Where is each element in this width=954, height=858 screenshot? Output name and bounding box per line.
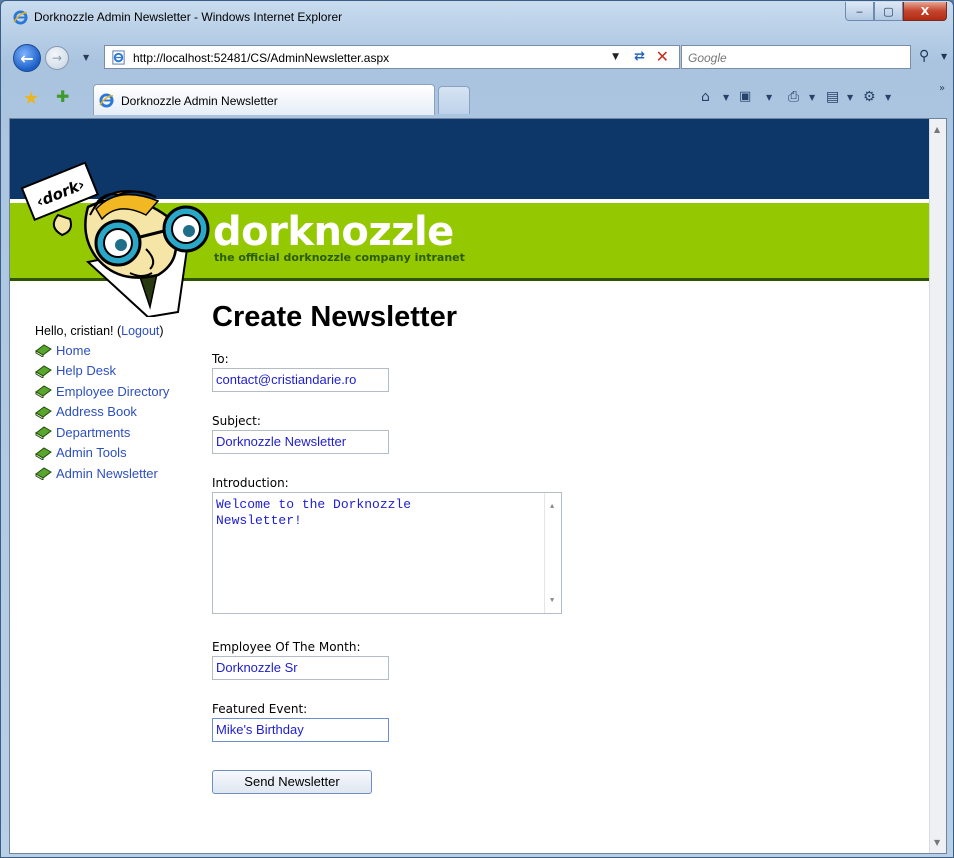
greeting: Hello, cristian! (Logout) — [35, 324, 205, 338]
search-options-icon[interactable]: ▼ — [941, 52, 947, 61]
sidebar-item-label: Address Book — [56, 404, 137, 420]
title-bar: Dorknozzle Admin Newsletter - Windows In… — [1, 1, 953, 33]
textarea-scrollbar[interactable]: ▲ ▼ — [544, 493, 561, 613]
window-controls: ‒ ▢ X — [845, 2, 947, 21]
scroll-down-icon[interactable]: ▼ — [550, 593, 554, 609]
stop-icon[interactable]: ✕ — [656, 47, 669, 66]
address-dropdown-icon[interactable]: ▼ — [612, 52, 619, 62]
greeting-text: Hello, cristian! ( — [35, 324, 122, 338]
more-commands-icon[interactable]: » — [939, 83, 945, 94]
tools-gear-icon[interactable]: ⚙ — [863, 89, 876, 105]
search-placeholder: Google — [688, 51, 727, 65]
close-button[interactable]: X — [903, 2, 947, 21]
greeting-close: ) — [159, 324, 164, 338]
sidebar-item-admin-newsletter[interactable]: Admin Newsletter — [35, 463, 205, 484]
site-brand: dorknozzle — [213, 209, 454, 255]
newsletter-form: Create Newsletter To: contact@cristianda… — [212, 301, 812, 794]
tools-dropdown-icon[interactable]: ▼ — [885, 93, 891, 102]
history-dropdown-icon[interactable]: ▼ — [83, 53, 89, 62]
back-arrow-icon: ← — [20, 48, 34, 68]
introduction-text: Welcome to the Dorknozzle Newsletter! — [216, 497, 412, 528]
book-icon — [35, 344, 52, 358]
home-dropdown-icon[interactable]: ▼ — [723, 93, 729, 102]
featured-event-label: Featured Event: — [212, 702, 308, 716]
book-icon — [35, 385, 52, 399]
page-scrollbar[interactable]: ▲ ▼ — [929, 119, 946, 853]
introduction-label: Introduction: — [212, 476, 289, 490]
refresh-icon[interactable]: ⇄ — [634, 49, 645, 64]
to-field[interactable]: contact@cristiandarie.ro — [212, 368, 389, 392]
sidebar-item-label: Departments — [56, 424, 131, 440]
minimize-button[interactable]: ‒ — [845, 2, 874, 21]
add-favorites-icon[interactable]: ✚ — [56, 87, 69, 106]
book-icon — [35, 426, 52, 440]
print-icon[interactable]: ⎙ — [788, 89, 799, 105]
address-toolbar: ← → ▼ http://localhost:52481/CS/AdminNew… — [1, 41, 953, 73]
search-box[interactable]: Google — [681, 45, 911, 69]
employee-of-month-label: Employee Of The Month: — [212, 640, 361, 654]
page-menu-icon[interactable]: ▤ — [826, 89, 839, 105]
book-icon — [35, 447, 52, 460]
subject-label: Subject: — [212, 414, 261, 428]
to-label: To: — [212, 352, 229, 366]
sidebar: Hello, cristian! (Logout) Home Help Desk… — [35, 324, 205, 484]
page-viewport: dorknozzle the official dorknozzle compa… — [9, 118, 947, 854]
forward-arrow-icon: → — [51, 51, 63, 65]
back-button[interactable]: ← — [13, 44, 41, 72]
ie-logo-icon — [13, 10, 28, 25]
window-title: Dorknozzle Admin Newsletter - Windows In… — [34, 10, 343, 24]
sidebar-item-home[interactable]: Home — [35, 340, 205, 361]
book-icon — [35, 406, 52, 419]
featured-event-field[interactable]: Mike's Birthday — [212, 718, 389, 742]
page-icon — [112, 50, 125, 65]
feeds-icon[interactable]: ▣ — [739, 89, 751, 104]
subject-field[interactable]: Dorknozzle Newsletter — [212, 430, 389, 454]
tab-label: Dorknozzle Admin Newsletter — [121, 94, 278, 108]
search-icon[interactable]: ⚲ — [919, 48, 929, 64]
feeds-dropdown-icon[interactable]: ▼ — [766, 93, 772, 102]
favorites-star-icon[interactable]: ★ — [23, 88, 39, 109]
address-url: http://localhost:52481/CS/AdminNewslette… — [133, 51, 390, 65]
scroll-up-icon[interactable]: ▲ — [934, 125, 940, 134]
book-icon — [35, 365, 52, 378]
sidebar-item-employee-directory[interactable]: Employee Directory — [35, 381, 205, 402]
maximize-button[interactable]: ▢ — [874, 2, 903, 21]
sidebar-item-departments[interactable]: Departments — [35, 422, 205, 443]
sidebar-item-label: Help Desk — [56, 363, 116, 379]
ie-tab-icon — [99, 93, 114, 108]
book-icon — [35, 467, 52, 481]
tab-admin-newsletter[interactable]: Dorknozzle Admin Newsletter — [93, 84, 435, 115]
sidebar-item-help-desk[interactable]: Help Desk — [35, 361, 205, 382]
site-tagline: the official dorknozzle company intranet — [214, 251, 465, 264]
page-title: Create Newsletter — [212, 301, 457, 333]
sidebar-item-address-book[interactable]: Address Book — [35, 402, 205, 423]
sidebar-item-label: Admin Newsletter — [56, 465, 158, 481]
tab-bar: ★ ✚ Dorknozzle Admin Newsletter ⌂ ▼ ▣ ▼ … — [1, 81, 953, 115]
new-tab-button[interactable] — [438, 86, 470, 114]
employee-of-month-field[interactable]: Dorknozzle Sr — [212, 656, 389, 680]
send-newsletter-button[interactable]: Send Newsletter — [212, 770, 372, 794]
scroll-up-icon[interactable]: ▲ — [550, 499, 554, 515]
browser-window: Dorknozzle Admin Newsletter - Windows In… — [0, 0, 954, 858]
print-dropdown-icon[interactable]: ▼ — [809, 93, 815, 102]
introduction-textarea[interactable]: Welcome to the Dorknozzle Newsletter! ▲ ▼ — [212, 492, 562, 614]
logout-link[interactable]: Logout — [121, 324, 159, 338]
home-icon[interactable]: ⌂ — [701, 89, 710, 105]
page-dropdown-icon[interactable]: ▼ — [847, 93, 853, 102]
sidebar-item-label: Employee Directory — [56, 383, 170, 399]
forward-button[interactable]: → — [45, 46, 69, 70]
dork-mascot-logo: ‹dork› — [20, 161, 210, 317]
sidebar-item-label: Home — [56, 342, 91, 358]
sidebar-item-admin-tools[interactable]: Admin Tools — [35, 443, 205, 464]
sidebar-item-label: Admin Tools — [56, 445, 127, 461]
address-bar[interactable]: http://localhost:52481/CS/AdminNewslette… — [104, 45, 680, 69]
scroll-down-icon[interactable]: ▼ — [934, 838, 940, 847]
